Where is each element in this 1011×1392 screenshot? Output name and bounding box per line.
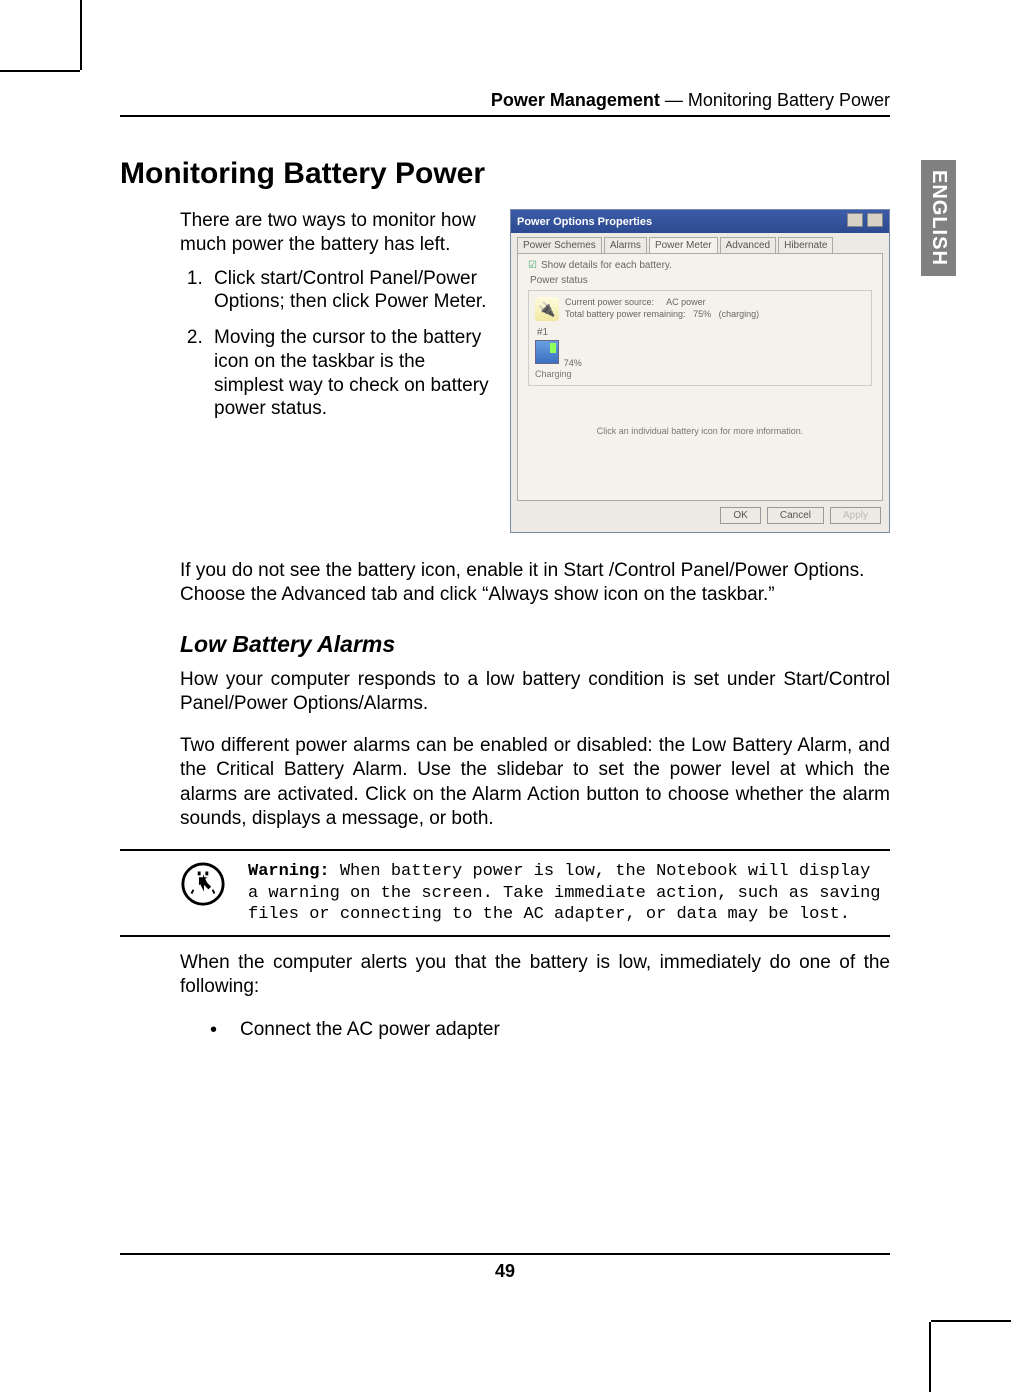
- running-header: Power Management — Monitoring Battery Po…: [120, 90, 890, 117]
- page-footer: 49: [120, 1253, 890, 1282]
- battery-percent: 74%: [564, 358, 582, 368]
- intro-paragraph: There are two ways to monitor how much p…: [180, 209, 490, 257]
- tab-hibernate: Hibernate: [778, 237, 833, 253]
- step-1: Click start/Control Panel/Power Options;…: [208, 267, 490, 315]
- warning-text: Warning: When battery power is low, the …: [248, 861, 890, 925]
- intro-text: There are two ways to monitor how much p…: [120, 209, 490, 433]
- warning-block: Warning: When battery power is low, the …: [120, 849, 890, 937]
- remaining-value: 75%: [693, 309, 711, 319]
- crop-mark: [931, 1320, 1011, 1322]
- apply-button: Apply: [830, 507, 881, 524]
- step-2: Moving the cursor to the battery icon on…: [208, 326, 490, 421]
- crop-mark: [929, 1322, 931, 1392]
- after-warning-paragraph: When the computer alerts you that the ba…: [120, 951, 890, 1000]
- crop-mark: [80, 0, 82, 70]
- dialog-hint: Click an individual battery icon for mor…: [528, 426, 872, 436]
- page-title: Monitoring Battery Power: [120, 157, 890, 191]
- tab-power-schemes: Power Schemes: [517, 237, 602, 253]
- warning-body: When battery power is low, the Notebook …: [248, 862, 881, 924]
- dialog-body: Show details for each battery. Power sta…: [517, 253, 883, 501]
- dialog-tabs: Power Schemes Alarms Power Meter Advance…: [511, 233, 889, 253]
- tab-advanced: Advanced: [720, 237, 776, 253]
- section-heading-low-battery: Low Battery Alarms: [120, 631, 890, 658]
- page-content: Power Management — Monitoring Battery Po…: [120, 90, 890, 1060]
- action-bullets: Connect the AC power adapter: [120, 1019, 890, 1041]
- show-details-checkbox: Show details for each battery.: [528, 260, 872, 271]
- close-icon: [867, 213, 883, 227]
- battery-number: #1: [537, 327, 865, 338]
- battery-icon: [535, 340, 559, 364]
- current-source-label: Current power source:: [565, 297, 654, 307]
- battery-state: Charging: [535, 369, 865, 379]
- window-buttons: [846, 213, 883, 230]
- crop-mark: [0, 70, 80, 72]
- alarms-paragraph-1: How your computer responds to a low batt…: [120, 668, 890, 717]
- tab-alarms: Alarms: [604, 237, 647, 253]
- running-header-sub: — Monitoring Battery Power: [660, 90, 890, 110]
- page-number: 49: [495, 1261, 515, 1281]
- bullet-connect-adapter: Connect the AC power adapter: [240, 1019, 890, 1041]
- cancel-button: Cancel: [767, 507, 824, 524]
- running-header-section: Power Management: [491, 90, 660, 110]
- power-options-dialog-screenshot: Power Options Properties Power Schemes A…: [510, 209, 890, 533]
- power-status-group-label: Power status: [530, 275, 872, 286]
- plug-icon: 🔌: [535, 297, 559, 321]
- dialog-title-text: Power Options Properties: [517, 216, 652, 228]
- tab-power-meter: Power Meter: [649, 237, 718, 253]
- remaining-state: (charging): [719, 309, 760, 319]
- warning-icon: [180, 861, 230, 912]
- enable-icon-paragraph: If you do not see the battery icon, enab…: [120, 559, 890, 607]
- battery-cell: #1 74% Charging: [535, 327, 865, 379]
- remaining-label: Total battery power remaining:: [565, 309, 686, 319]
- warning-label: Warning:: [248, 862, 330, 881]
- ok-button: OK: [720, 507, 760, 524]
- dialog-buttons: OK Cancel Apply: [511, 507, 889, 532]
- power-status-box: 🔌 Current power source: AC power Total b…: [528, 290, 872, 386]
- language-side-tab: ENGLISH: [921, 160, 956, 276]
- dialog-titlebar: Power Options Properties: [511, 210, 889, 233]
- help-icon: [847, 213, 863, 227]
- current-source-value: AC power: [666, 297, 706, 307]
- alarms-paragraph-2: Two different power alarms can be enable…: [120, 734, 890, 831]
